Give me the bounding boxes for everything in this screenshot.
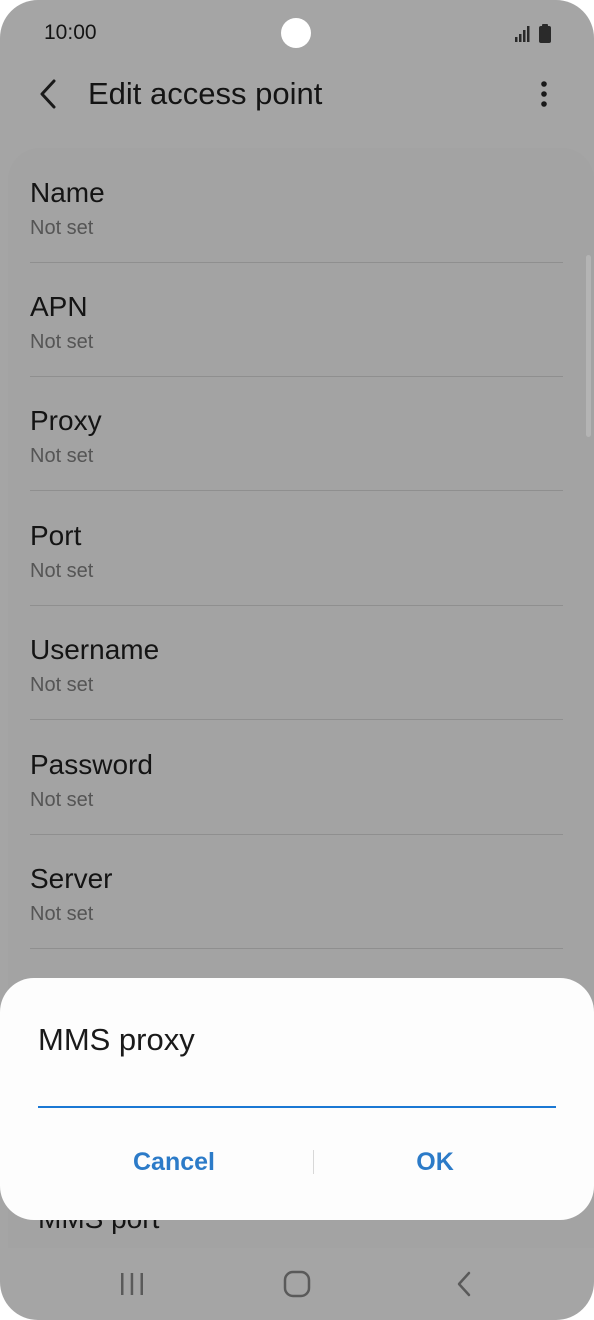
settings-item-value: Not set [30, 560, 94, 582]
settings-item-value: Not set [30, 903, 94, 925]
settings-item-name[interactable]: Name Not set [30, 149, 563, 263]
settings-item-value: Not set [30, 789, 94, 811]
navigation-bar [0, 1248, 594, 1320]
recent-apps-button[interactable] [107, 1264, 157, 1304]
back-arrow-icon [40, 79, 56, 109]
settings-item-label: Port [30, 520, 82, 551]
app-bar: Edit access point [0, 68, 594, 138]
settings-item-label: Proxy [30, 405, 102, 436]
divider [30, 948, 563, 949]
page-title: Edit access point [88, 76, 323, 111]
home-icon [283, 1270, 311, 1298]
mms-proxy-input[interactable] [38, 1074, 556, 1108]
phone-screen: 10:00 Edit access point Name Not set APN… [0, 0, 594, 1320]
home-button[interactable] [272, 1264, 322, 1304]
button-divider [313, 1150, 314, 1174]
back-icon [457, 1271, 471, 1297]
status-bar: 10:00 [0, 0, 594, 68]
status-time: 10:00 [44, 21, 97, 44]
ok-button[interactable]: OK [335, 1140, 535, 1184]
settings-item-port[interactable]: Port Not set [30, 492, 563, 606]
divider [30, 490, 563, 491]
settings-item-server[interactable]: Server Not set [30, 835, 563, 949]
settings-item-proxy[interactable]: Proxy Not set [30, 377, 563, 491]
more-options-icon [541, 81, 547, 107]
nav-back-button[interactable] [439, 1264, 489, 1304]
back-button[interactable] [28, 74, 68, 114]
settings-item-label: APN [30, 291, 88, 322]
dialog-title: MMS proxy [38, 1022, 195, 1057]
mms-proxy-dialog: MMS proxy Cancel OK [0, 978, 594, 1220]
settings-item-value: Not set [30, 674, 94, 696]
settings-item-value: Not set [30, 331, 94, 353]
scrollbar-thumb[interactable] [586, 255, 591, 437]
divider [30, 719, 563, 720]
settings-item-label: Server [30, 863, 113, 894]
battery-icon [539, 24, 551, 43]
settings-item-label: Username [30, 634, 160, 665]
settings-item-password[interactable]: Password Not set [30, 721, 563, 835]
more-options-button[interactable] [524, 74, 564, 114]
front-camera [281, 18, 311, 48]
settings-item-apn[interactable]: APN Not set [30, 263, 563, 377]
cancel-button[interactable]: Cancel [74, 1140, 274, 1184]
signal-icon [515, 26, 530, 42]
settings-item-value: Not set [30, 445, 94, 467]
settings-item-username[interactable]: Username Not set [30, 606, 563, 720]
settings-item-value: Not set [30, 217, 94, 239]
status-icons [514, 24, 554, 44]
settings-item-label: Password [30, 749, 153, 780]
settings-item-label: Name [30, 177, 105, 208]
recent-apps-icon [121, 1273, 143, 1295]
